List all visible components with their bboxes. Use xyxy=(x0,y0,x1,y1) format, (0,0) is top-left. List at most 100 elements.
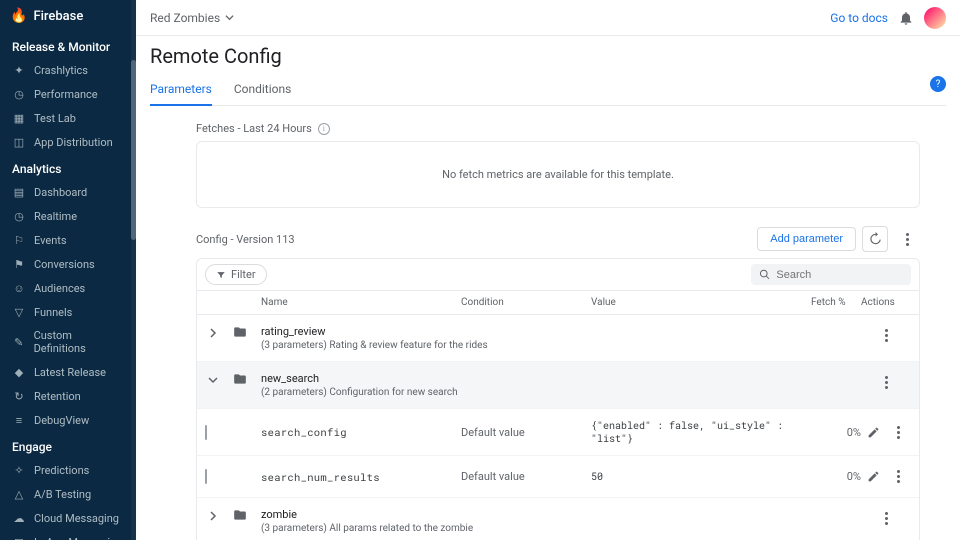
sidebar-item-label: Audiences xyxy=(34,282,85,295)
sidebar-item-conversions[interactable]: ⚑Conversions xyxy=(0,252,136,276)
project-name: Red Zombies xyxy=(150,11,220,25)
chevron-right-icon xyxy=(208,328,218,338)
history-button[interactable] xyxy=(862,226,888,252)
sidebar-item-label: Crashlytics xyxy=(34,64,88,77)
row-checkbox[interactable] xyxy=(205,425,207,440)
section-engage: Engage xyxy=(0,432,136,458)
sidebar-item-dashboard[interactable]: ▤ Dashboard xyxy=(0,180,136,204)
sidebar-item-cloud-messaging[interactable]: ☁Cloud Messaging xyxy=(0,506,136,530)
nav-icon: ☁ xyxy=(12,511,26,525)
row-checkbox[interactable] xyxy=(205,469,207,484)
sidebar-item-retention[interactable]: ↻ Retention xyxy=(0,384,136,408)
sidebar-item-predictions[interactable]: ✧Predictions xyxy=(0,458,136,482)
nav-icon: ↻ xyxy=(12,389,26,403)
search-icon xyxy=(759,268,770,281)
sidebar-item-latest-release[interactable]: ◆Latest Release xyxy=(0,360,136,384)
group-overflow-button[interactable] xyxy=(881,508,911,529)
tabs: Parameters Conditions ? xyxy=(150,76,946,106)
sidebar-item-label: Funnels xyxy=(34,306,72,319)
section-release-monitor: Release & Monitor xyxy=(0,32,136,58)
firebase-brand[interactable]: 🔥 Firebase xyxy=(0,0,136,32)
nav-icon: ✧ xyxy=(12,463,26,477)
sidebar-item-events[interactable]: ⚐Events xyxy=(0,228,136,252)
folder-icon xyxy=(233,508,261,522)
col-name: Name xyxy=(261,297,461,308)
sidebar-item-label: Dashboard xyxy=(34,186,87,199)
sidebar-item-label: Realtime xyxy=(34,210,77,223)
expand-toggle[interactable] xyxy=(205,508,221,524)
parameter-row: search_num_resultsDefault value500% xyxy=(197,456,919,498)
nav-icon: ▤ xyxy=(12,185,26,199)
filter-button[interactable]: Filter xyxy=(205,264,267,285)
sidebar-item-label: Test Lab xyxy=(34,112,76,125)
sidebar-item-label: Events xyxy=(34,234,67,247)
group-name: zombie xyxy=(261,508,881,521)
nav-icon: ▽ xyxy=(12,305,26,319)
group-desc: (2 parameters) Configuration for new sea… xyxy=(261,387,491,398)
nav-icon: ◆ xyxy=(12,365,26,379)
sidebar-item-custom-definitions[interactable]: ✎Custom Definitions xyxy=(0,324,136,360)
parameters-table: Filter Name Condition Value Fetch % Acti… xyxy=(196,258,920,540)
sidebar-item-audiences[interactable]: ☺Audiences xyxy=(0,276,136,300)
group-desc: (3 parameters) Rating & review feature f… xyxy=(261,340,491,351)
sidebar-item-label: In-App Messaging xyxy=(34,536,122,540)
nav-icon: ◷ xyxy=(12,209,26,223)
search-input[interactable] xyxy=(776,269,903,281)
edit-button[interactable] xyxy=(861,426,886,439)
sidebar-scrollbar-thumb[interactable] xyxy=(131,60,136,240)
avatar[interactable] xyxy=(924,7,946,29)
group-overflow-button[interactable] xyxy=(881,325,911,346)
search-box[interactable] xyxy=(751,264,911,285)
param-value: 50 xyxy=(591,470,811,483)
parameter-row: search_configDefault value{"enabled" : f… xyxy=(197,409,919,456)
help-icon[interactable]: ? xyxy=(930,76,946,92)
go-to-docs-link[interactable]: Go to docs xyxy=(830,11,888,25)
sidebar-item-realtime[interactable]: ◷ Realtime xyxy=(0,204,136,228)
sidebar-item-label: Performance xyxy=(34,88,98,101)
group-desc: (3 parameters) All params related to the… xyxy=(261,523,491,534)
group-row[interactable]: new_search(2 parameters) Configuration f… xyxy=(197,362,919,409)
param-condition: Default value xyxy=(461,470,591,483)
group-overflow-button[interactable] xyxy=(881,372,911,393)
sidebar-item-performance[interactable]: ◷ Performance xyxy=(0,82,136,106)
page-title: Remote Config xyxy=(150,44,946,68)
edit-button[interactable] xyxy=(861,470,886,483)
sidebar-item-label: Custom Definitions xyxy=(34,329,124,355)
add-parameter-button[interactable]: Add parameter xyxy=(757,227,856,251)
sidebar-item-label: App Distribution xyxy=(34,136,113,149)
row-overflow-button[interactable] xyxy=(886,466,911,487)
sidebar-item-label: Retention xyxy=(34,390,81,403)
tab-parameters[interactable]: Parameters xyxy=(150,76,212,106)
tab-conditions[interactable]: Conditions xyxy=(234,76,291,105)
kebab-icon xyxy=(893,422,904,443)
sidebar-item-test-lab[interactable]: ▦Test Lab xyxy=(0,106,136,130)
nav-icon: ✦ xyxy=(12,63,26,77)
sidebar-item-label: DebugView xyxy=(34,414,89,427)
group-row[interactable]: rating_review(3 parameters) Rating & rev… xyxy=(197,315,919,362)
col-condition: Condition xyxy=(461,297,591,308)
sidebar-item-funnels[interactable]: ▽ Funnels xyxy=(0,300,136,324)
firebase-logo-icon: 🔥 xyxy=(10,8,27,24)
notifications-icon[interactable] xyxy=(898,10,914,26)
sidebar: 🔥 Firebase Release & Monitor ✦ Crashlytic… xyxy=(0,0,136,540)
group-row[interactable]: zombie (3 parameters) All params related … xyxy=(197,498,919,540)
project-selector[interactable]: Red Zombies xyxy=(150,11,234,25)
nav-icon: ≡ xyxy=(12,413,26,427)
param-value: {"enabled" : false, "ui_style" : "list"} xyxy=(591,419,811,445)
expand-toggle[interactable] xyxy=(205,325,221,341)
nav-icon: ◷ xyxy=(12,87,26,101)
sidebar-item-crashlytics[interactable]: ✦ Crashlytics xyxy=(0,58,136,82)
sidebar-item-a-b-testing[interactable]: △A/B Testing xyxy=(0,482,136,506)
sidebar-item-app-distribution[interactable]: ◫App Distribution xyxy=(0,130,136,154)
row-overflow-button[interactable] xyxy=(886,422,911,443)
param-fetch-pct: 0% xyxy=(811,470,861,483)
sidebar-item-in-app-messaging[interactable]: ✉In-App Messaging xyxy=(0,530,136,540)
config-overflow-button[interactable] xyxy=(894,226,920,252)
param-fetch-pct: 0% xyxy=(811,426,861,439)
chevron-right-icon xyxy=(208,511,218,521)
info-icon[interactable]: i xyxy=(318,123,330,135)
sidebar-item-debugview[interactable]: ≡ DebugView xyxy=(0,408,136,432)
kebab-icon xyxy=(902,229,913,250)
expand-toggle[interactable] xyxy=(205,372,221,388)
folder-icon xyxy=(233,372,261,386)
